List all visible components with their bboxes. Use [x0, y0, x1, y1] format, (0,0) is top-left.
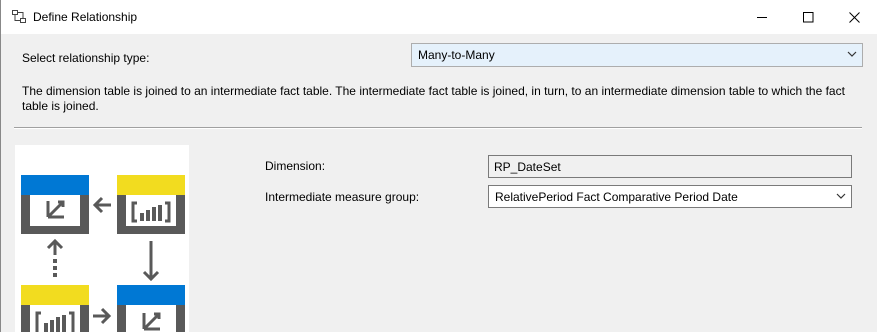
relationship-type-dropdown[interactable]: Many-to-Many [411, 43, 863, 67]
relationship-description: The dimension table is joined to an inte… [22, 84, 845, 113]
title-bar: Define Relationship [1, 0, 877, 34]
dimension-table-icon [21, 175, 89, 234]
intermediate-measure-group-label: Intermediate measure group: [265, 190, 420, 204]
chevron-down-icon [847, 51, 857, 57]
chevron-down-icon [836, 193, 846, 199]
relationship-type-label: Select relationship type: [22, 51, 150, 65]
relationship-icon [12, 10, 26, 23]
intermediate-dimension-table-icon [117, 285, 185, 332]
dimension-label: Dimension: [265, 159, 326, 173]
arrow-down-icon [142, 241, 160, 282]
dimension-value: RP_DateSet [494, 160, 561, 174]
close-button[interactable] [831, 0, 877, 34]
fact-table-icon [117, 175, 185, 234]
dimension-field: RP_DateSet [488, 155, 852, 178]
arrow-left-icon [92, 196, 111, 214]
minimize-icon [756, 16, 767, 18]
relationship-type-value: Many-to-Many [418, 48, 495, 62]
close-icon [848, 11, 860, 23]
arrow-right-icon [93, 307, 112, 325]
relationship-diagram [15, 145, 189, 332]
minimize-button[interactable] [739, 0, 785, 34]
intermediate-measure-group-dropdown[interactable]: RelativePeriod Fact Comparative Period D… [488, 185, 852, 208]
maximize-button[interactable] [785, 0, 831, 34]
divider [14, 127, 862, 129]
intermediate-measure-group-value: RelativePeriod Fact Comparative Period D… [495, 190, 738, 204]
relationship-diagram-graphic [21, 175, 185, 332]
define-relationship-dialog: Define Relationship Select relationship … [0, 0, 877, 332]
maximize-icon [802, 11, 813, 22]
window-title: Define Relationship [33, 10, 138, 24]
intermediate-fact-table-icon [21, 285, 89, 332]
arrow-up-dotted-icon [46, 238, 64, 277]
